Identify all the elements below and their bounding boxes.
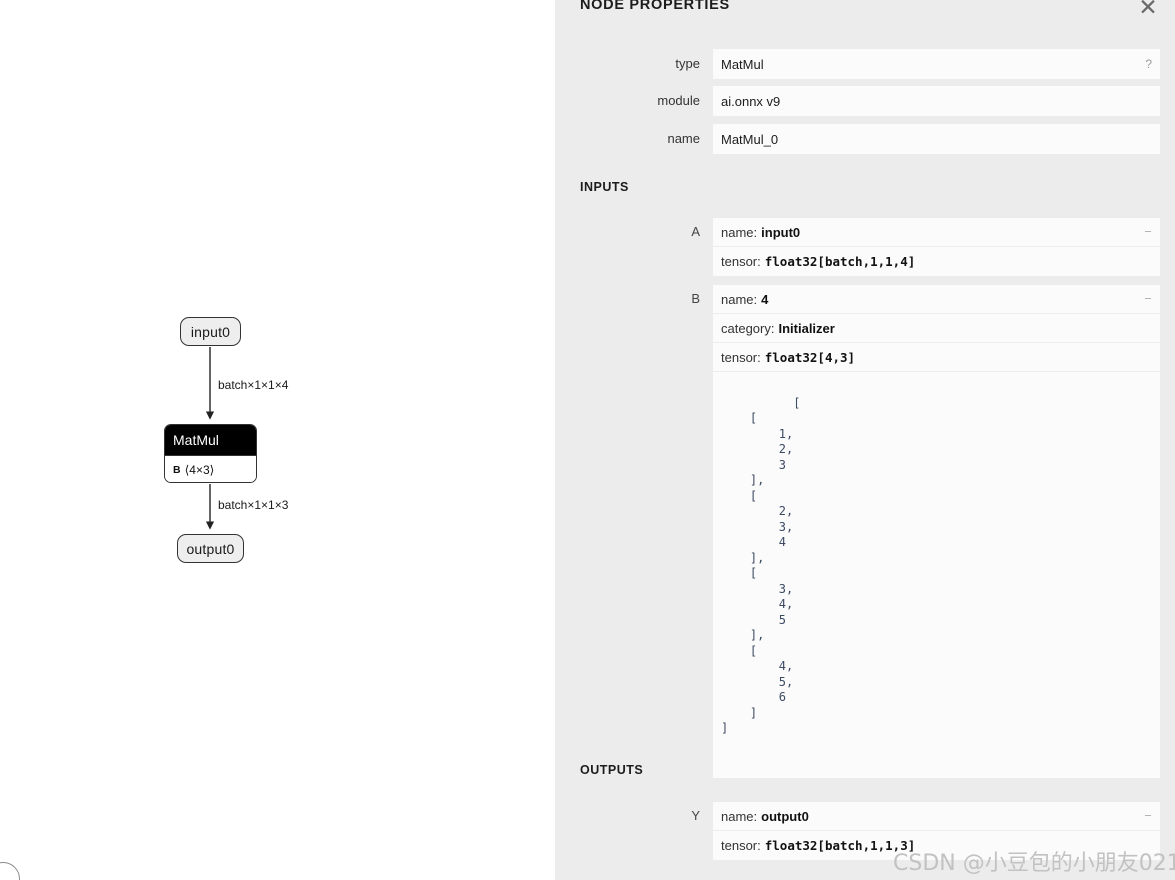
attribute-value-module[interactable]: ai.onnx v9 [713, 86, 1160, 116]
input-a-tensor-line: tensor: float32[batch,1,1,4] [713, 247, 1160, 276]
input-b-category-key: category: [721, 320, 775, 336]
output-y-tensor-line: tensor: float32[batch,1,1,3] [713, 831, 1160, 860]
input-b-tensor-data[interactable]: [ [ 1, 2, 3 ], [ 2, 3, 4 ], [ 3, 4, 5 ],… [713, 372, 1160, 778]
collapse-icon[interactable]: – [1145, 810, 1151, 822]
output-y-name-line: name: output0 – [713, 802, 1160, 831]
outputs-section-header: OUTPUTS [580, 763, 644, 777]
attribute-value-type-text: MatMul [721, 56, 764, 72]
input-b-tensor-data-text: [ [ 1, 2, 3 ], [ 2, 3, 4 ], [ 3, 4, 5 ],… [721, 395, 801, 736]
input-a-card: name: input0 – tensor: float32[batch,1,1… [713, 218, 1160, 276]
input-a-name-value: input0 [761, 224, 801, 240]
collapse-icon[interactable]: – [1145, 293, 1151, 305]
attribute-label-module: module [657, 93, 700, 108]
attribute-row-name: name MatMul_0 [655, 124, 1160, 154]
attribute-row-type: type MatMul ? [655, 49, 1160, 79]
attribute-row-module: module ai.onnx v9 [655, 86, 1160, 116]
collapse-icon[interactable]: – [1145, 226, 1151, 238]
input-a-name-line: name: input0 – [713, 218, 1160, 247]
attribute-value-type[interactable]: MatMul ? [713, 49, 1160, 79]
graph-node-output0[interactable]: output0 [177, 534, 244, 563]
graph-canvas[interactable]: input0 MatMul B ⟨4×3⟩ output0 batch×1×1×… [0, 0, 555, 880]
graph-node-matmul-port-shape: ⟨4×3⟩ [184, 462, 215, 477]
input-a-tensor-key: tensor: [721, 254, 761, 269]
save-icon[interactable] [1136, 378, 1151, 393]
output-y-name-value: output0 [761, 808, 809, 824]
output-y-tensor-key: tensor: [721, 838, 761, 853]
graph-edges [205, 347, 215, 530]
attribute-value-name-text: MatMul_0 [721, 131, 779, 147]
input-b-name-value: 4 [761, 291, 769, 307]
graph-node-output0-label: output0 [186, 540, 235, 557]
graph-node-input0-label: input0 [190, 323, 231, 340]
graph-edge-label-input: batch×1×1×4 [218, 378, 289, 392]
input-a-letter: A [691, 224, 700, 239]
panel-title: NODE PROPERTIES [580, 0, 730, 13]
attribute-label-name: name [667, 131, 700, 146]
input-b-category-value: Initializer [778, 320, 835, 336]
input-a-name-key: name: [721, 224, 758, 240]
output-y-tensor-value: float32[batch,1,1,3] [764, 838, 916, 853]
input-b-card: name: 4 – category: Initializer tensor: … [713, 285, 1160, 778]
graph-node-input0[interactable]: input0 [180, 317, 241, 346]
output-y-name-key: name: [721, 808, 758, 824]
output-y-letter: Y [691, 808, 700, 823]
graph-edge-label-output: batch×1×1×3 [218, 498, 289, 512]
graph-node-matmul[interactable]: MatMul B ⟨4×3⟩ [164, 424, 257, 483]
canvas-corner-control[interactable] [0, 862, 20, 880]
close-icon[interactable]: ✕ [1135, 0, 1161, 20]
attribute-value-module-text: ai.onnx v9 [721, 93, 781, 109]
app-root: input0 MatMul B ⟨4×3⟩ output0 batch×1×1×… [0, 0, 1175, 880]
input-b-tensor-key: tensor: [721, 349, 761, 365]
input-b-name-key: name: [721, 291, 758, 307]
input-b-letter: B [691, 291, 700, 306]
attribute-label-type: type [675, 56, 700, 71]
input-a-tensor-value: float32[batch,1,1,4] [764, 254, 916, 269]
graph-node-matmul-header: MatMul [165, 425, 256, 455]
input-b-tensor-value: float32[4,3] [764, 349, 856, 365]
input-b-name-line: name: 4 – [713, 285, 1160, 314]
graph-node-matmul-body: B ⟨4×3⟩ [165, 455, 256, 482]
output-y-card: name: output0 – tensor: float32[batch,1,… [713, 802, 1160, 860]
inputs-section-header: INPUTS [580, 180, 629, 194]
input-b-category-line: category: Initializer [713, 314, 1160, 343]
attribute-value-name[interactable]: MatMul_0 [713, 124, 1160, 154]
graph-node-matmul-title: MatMul [173, 432, 219, 448]
graph-node-matmul-port-letter: B [173, 463, 181, 476]
help-icon[interactable]: ? [1145, 57, 1152, 71]
input-b-tensor-line: tensor: float32[4,3] [713, 343, 1160, 372]
node-properties-panel: NODE PROPERTIES ✕ type MatMul ? module a… [555, 0, 1175, 880]
